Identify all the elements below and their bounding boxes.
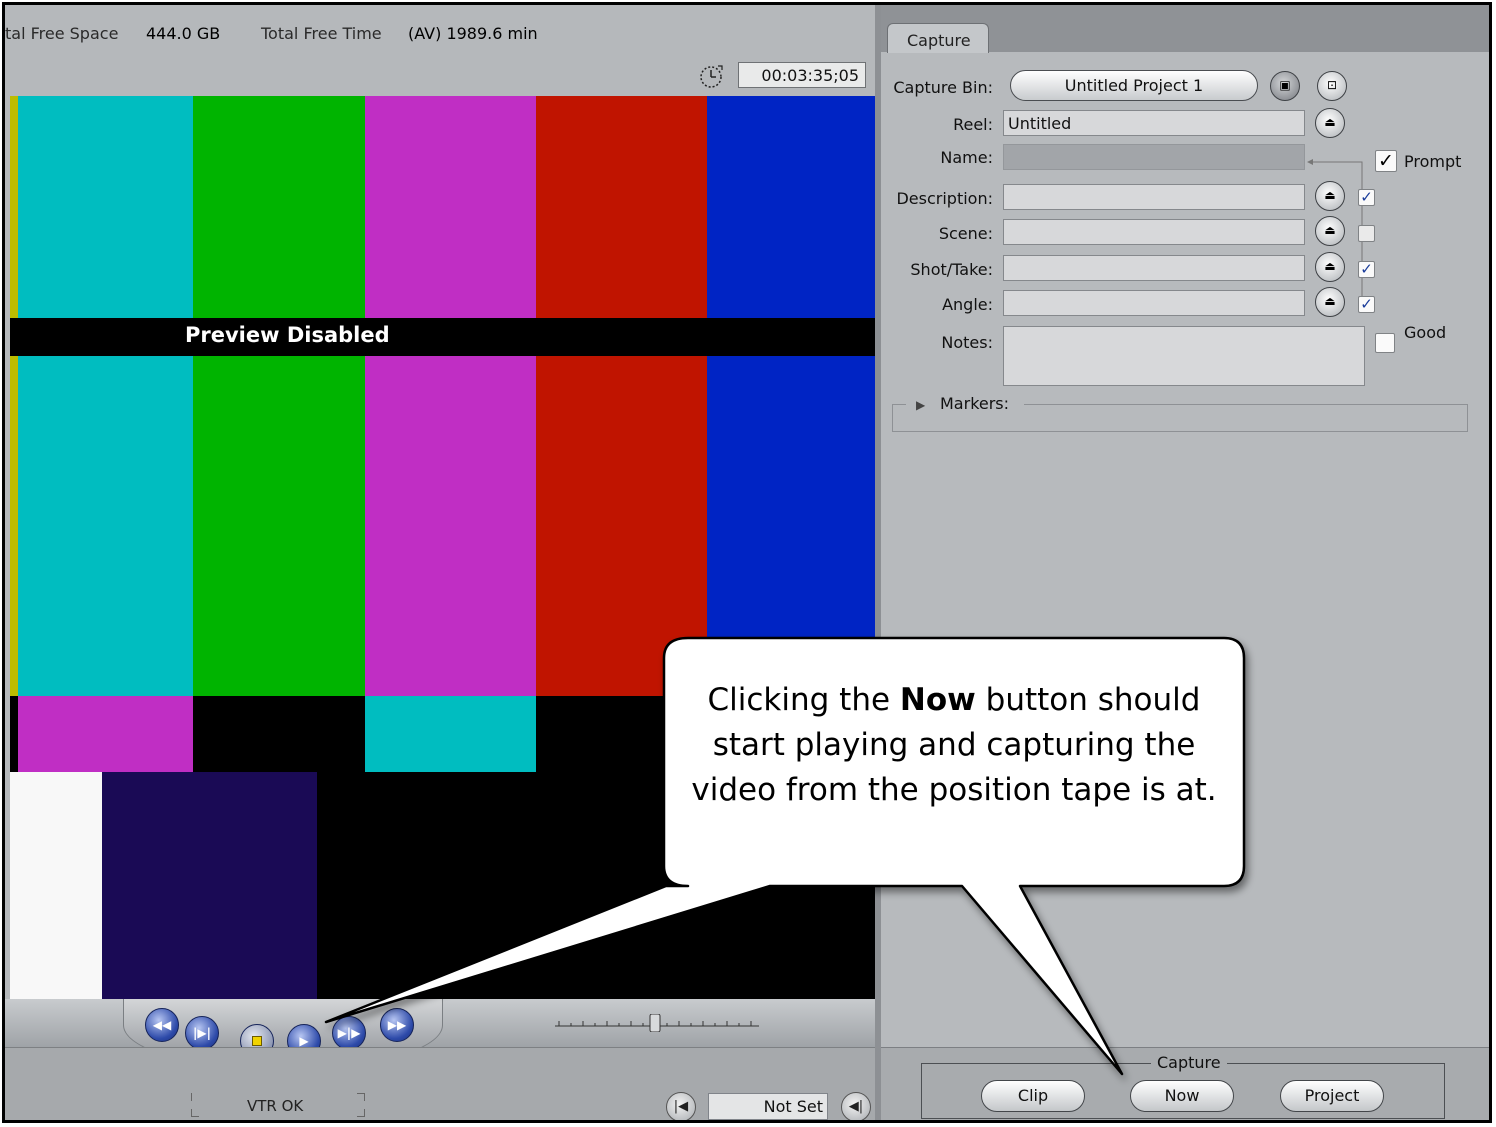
good-label: Good [1404,323,1447,342]
angle-label: Angle: [942,295,993,314]
capture-project-button[interactable]: Project [1280,1080,1384,1112]
reel-field[interactable]: Untitled [1003,110,1305,136]
screenshot-frame: tal Free Space 444.0 GB Total Free Time … [2,2,1492,1123]
bar-green-top [193,96,365,318]
tab-strip: Capture [881,5,1489,53]
bracket-icon [357,1093,365,1101]
disclosure-triangle-icon[interactable]: ▶ [916,398,925,412]
color-bars-preview: Preview Disabled [10,96,875,999]
mark-out-button[interactable]: ◀| [841,1092,871,1120]
scene-checkbox[interactable] [1358,225,1375,242]
free-time-label: Total Free Time [261,24,382,43]
shot-take-label: Shot/Take: [910,260,993,279]
name-label: Name: [940,148,993,167]
bar-magenta-top [365,96,536,318]
callout-text-start: Clicking the [707,682,900,718]
capture-bin-label: Capture Bin: [893,78,993,97]
angle-slate-button[interactable]: ⏏ [1315,287,1345,317]
bar-red-top [536,96,707,318]
prompt-checkbox[interactable]: ✓ [1375,150,1397,172]
bracket-icon [191,1093,199,1101]
angle-field[interactable] [1003,290,1305,316]
pluge-navy [102,772,317,999]
shuttle-control[interactable] [553,1014,761,1032]
bar-green-mid [193,356,365,696]
bar-yellow-top [10,96,18,318]
bracket-icon [357,1109,365,1117]
rewind-button[interactable]: ◀◀ [145,1008,179,1042]
clock-icon [700,65,723,88]
markers-label: Markers: [940,394,1010,413]
out-point-field[interactable]: Not Set [708,1093,828,1120]
capture-bin-button[interactable]: Untitled Project 1 [1010,70,1258,101]
prompt-label: Prompt [1404,152,1462,171]
tab-capture[interactable]: Capture [887,23,989,53]
scene-label: Scene: [938,224,993,243]
good-checkbox[interactable] [1375,333,1395,353]
description-label: Description: [896,189,993,208]
bar-cyan-mid [18,356,193,696]
go-to-out-point-button[interactable]: |◀ [666,1092,696,1120]
callout-text-bold: Now [899,682,976,718]
bar-blue-mid [707,356,875,696]
description-slate-button[interactable]: ⏏ [1315,181,1345,211]
pluge-white [10,772,102,999]
up-folder-icon[interactable]: ▣ [1270,71,1300,101]
callout-text: Clicking the Now button should start pla… [678,678,1230,813]
bar-yellow-mid [10,356,18,696]
preview-status: Preview Disabled [185,323,390,347]
castellation-cyan [365,696,536,772]
capture-viewer: tal Free Space 444.0 GB Total Free Time … [5,5,875,1120]
shot-take-field[interactable] [1003,255,1305,281]
duration-timecode-field[interactable]: 00:03:35;05 [738,62,866,88]
bracket-icon [191,1109,199,1117]
play-around-button[interactable]: ▶|▶ [332,1016,366,1050]
shot-take-checkbox[interactable]: ✓ [1358,261,1375,278]
markers-border-right [1024,404,1468,405]
fast-forward-button[interactable]: ▶▶ [380,1008,414,1042]
reel-label: Reel: [953,115,993,134]
description-field[interactable] [1003,184,1305,210]
scene-field[interactable] [1003,219,1305,245]
free-space-value: 444.0 GB [146,24,221,43]
bar-magenta-mid [365,356,536,696]
bar-blue-top [707,96,875,318]
capture-now-button[interactable]: Now [1130,1080,1234,1112]
free-space-label: tal Free Space [5,24,119,43]
preview-disabled-strip: Preview Disabled [10,318,875,356]
angle-checkbox[interactable]: ✓ [1358,296,1375,313]
stop-icon [252,1036,262,1046]
capture-clip-button[interactable]: Clip [981,1080,1085,1112]
castellation-magenta [18,696,193,772]
notes-field[interactable] [1003,326,1365,386]
description-checkbox[interactable]: ✓ [1358,189,1375,206]
free-time-value: (AV) 1989.6 min [408,24,538,43]
scene-slate-button[interactable]: ⏏ [1315,216,1345,246]
bar-cyan-top [18,96,193,318]
vtr-status: VTR OK [247,1097,304,1115]
markers-border-left [892,404,906,405]
notes-label: Notes: [941,333,993,352]
shot-take-slate-button[interactable]: ⏏ [1315,252,1345,282]
reel-slate-button[interactable]: ⏏ [1315,108,1345,138]
info-bar: tal Free Space 444.0 GB Total Free Time … [5,5,875,93]
bar-red-mid [536,356,707,696]
play-in-to-out-button[interactable]: |▶| [185,1016,219,1050]
new-bin-icon[interactable]: ⊡ [1317,71,1347,101]
capture-group-label: Capture [1151,1053,1227,1072]
name-field[interactable] [1003,144,1305,170]
